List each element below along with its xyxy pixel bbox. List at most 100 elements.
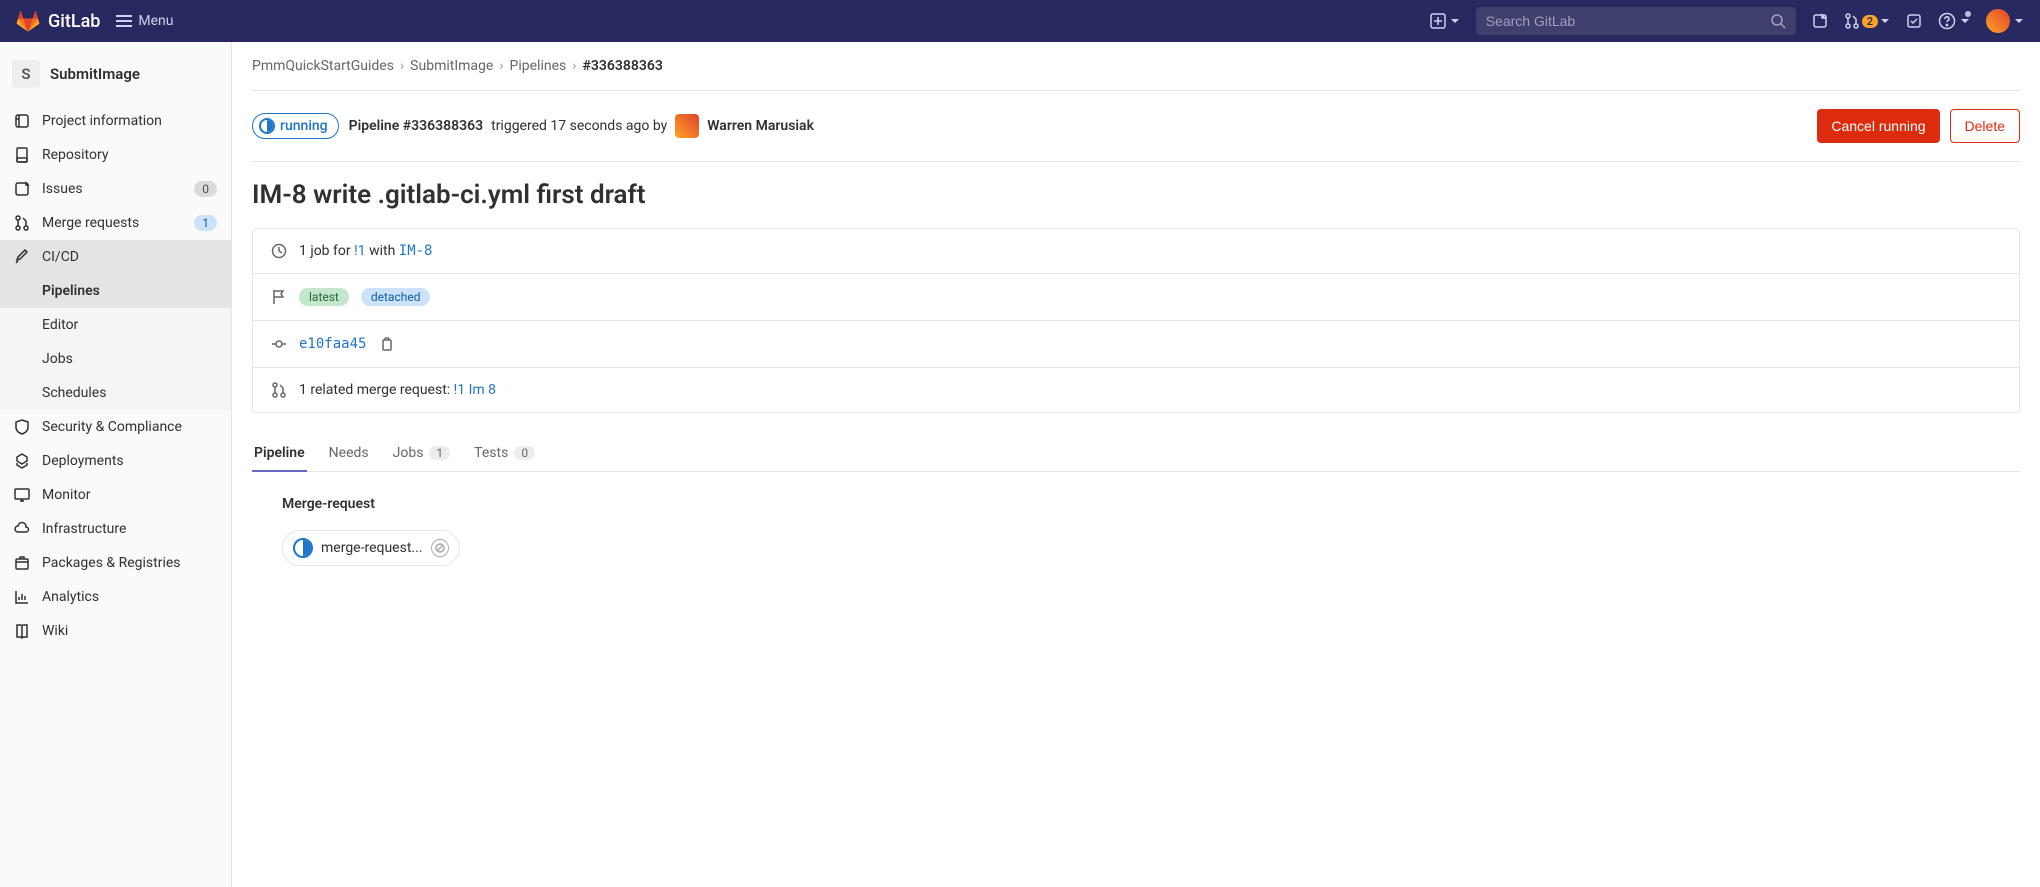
- mr-count-badge: 2: [1862, 15, 1878, 28]
- chevron-down-icon: [1960, 16, 1970, 26]
- chevron-down-icon: [1450, 16, 1460, 26]
- issues-shortcut[interactable]: [1812, 13, 1828, 29]
- cancel-running-button[interactable]: Cancel running: [1817, 109, 1939, 143]
- status-badge[interactable]: running: [252, 113, 339, 139]
- sidebar-item-wiki[interactable]: Wiki: [0, 614, 231, 648]
- project-name: SubmitImage: [50, 65, 140, 83]
- info-icon: [14, 113, 30, 129]
- job-name: merge-request...: [321, 540, 423, 556]
- search-box[interactable]: [1476, 7, 1796, 35]
- gitlab-logo[interactable]: GitLab: [16, 9, 100, 33]
- tab-tests[interactable]: Tests0: [472, 435, 537, 471]
- breadcrumb-item[interactable]: PmmQuickStartGuides: [252, 58, 394, 74]
- project-header[interactable]: S SubmitImage: [0, 50, 231, 98]
- project-avatar: S: [12, 60, 40, 88]
- breadcrumb-item[interactable]: Pipelines: [510, 58, 567, 74]
- breadcrumb: PmmQuickStartGuides › SubmitImage › Pipe…: [252, 58, 2020, 91]
- sidebar-item-issues[interactable]: Issues 0: [0, 172, 231, 206]
- todo-icon: [1906, 13, 1922, 29]
- chevron-down-icon: [2014, 16, 2024, 26]
- sidebar-item-monitor[interactable]: Monitor: [0, 478, 231, 512]
- tab-needs[interactable]: Needs: [327, 435, 371, 471]
- merge-request-icon: [1844, 13, 1860, 29]
- hamburger-icon: [116, 13, 132, 29]
- clock-icon: [271, 243, 287, 259]
- pipeline-tabs: Pipeline Needs Jobs1 Tests0: [252, 435, 2020, 472]
- pipeline-stage: Merge-request merge-request...: [252, 472, 2020, 590]
- page-title: IM-8 write .gitlab-ci.yml first draft: [252, 162, 2020, 228]
- sidebar-item-project-info[interactable]: Project information: [0, 104, 231, 138]
- job-pill[interactable]: merge-request...: [282, 530, 460, 566]
- issues-icon: [1812, 13, 1828, 29]
- sidebar-item-cicd[interactable]: CI/CD: [0, 240, 231, 274]
- running-status-icon: [293, 538, 313, 558]
- sidebar-item-security[interactable]: Security & Compliance: [0, 410, 231, 444]
- chevron-right-icon: ›: [499, 58, 503, 74]
- top-navbar: GitLab Menu 2: [0, 0, 2040, 42]
- merge-request-icon: [14, 215, 30, 231]
- pipeline-id: Pipeline #336388363: [349, 118, 483, 134]
- pipeline-details-card: 1 job for !1 with IM-8 latest detached e…: [252, 228, 2020, 413]
- commit-icon: [271, 336, 287, 352]
- gitlab-logo-icon: [16, 9, 40, 33]
- commit-sha-link[interactable]: e10faa45: [299, 336, 366, 352]
- sidebar-item-repository[interactable]: Repository: [0, 138, 231, 172]
- delete-button[interactable]: Delete: [1950, 109, 2020, 143]
- sidebar-item-deployments[interactable]: Deployments: [0, 444, 231, 478]
- sidebar-sub-jobs[interactable]: Jobs: [0, 342, 231, 376]
- monitor-icon: [14, 487, 30, 503]
- flag-icon: [271, 289, 287, 305]
- jobs-count-badge: 1: [429, 446, 450, 460]
- main-content: PmmQuickStartGuides › SubmitImage › Pipe…: [232, 42, 2040, 887]
- repository-icon: [14, 147, 30, 163]
- menu-button[interactable]: Menu: [116, 13, 173, 29]
- notification-dot-icon: [1965, 11, 1971, 17]
- related-mr-link[interactable]: !1 Im 8: [454, 382, 496, 398]
- mr-link[interactable]: !1: [354, 243, 365, 259]
- gitlab-logo-text: GitLab: [48, 11, 100, 32]
- clipboard-icon: [380, 337, 394, 351]
- mr-count-badge: 1: [194, 215, 217, 231]
- chevron-right-icon: ›: [400, 58, 404, 74]
- merge-requests-shortcut[interactable]: 2: [1844, 13, 1890, 29]
- sidebar: S SubmitImage Project information Reposi…: [0, 42, 232, 887]
- tab-jobs[interactable]: Jobs1: [391, 435, 453, 471]
- cloud-gear-icon: [14, 521, 30, 537]
- tests-count-badge: 0: [514, 446, 535, 460]
- sidebar-item-infrastructure[interactable]: Infrastructure: [0, 512, 231, 546]
- latest-tag: latest: [299, 288, 349, 306]
- help-dropdown[interactable]: [1938, 12, 1970, 30]
- deployments-icon: [14, 453, 30, 469]
- pipeline-header: running Pipeline #336388363 triggered 17…: [252, 91, 2020, 162]
- avatar: [675, 114, 699, 138]
- issues-icon: [14, 181, 30, 197]
- detached-tag: detached: [361, 288, 431, 306]
- rocket-icon: [14, 249, 30, 265]
- search-input[interactable]: [1486, 13, 1770, 29]
- cancel-job-icon[interactable]: [431, 539, 449, 557]
- todos-shortcut[interactable]: [1906, 13, 1922, 29]
- stage-name: Merge-request: [282, 496, 1990, 512]
- shield-icon: [14, 419, 30, 435]
- chevron-down-icon: [1880, 16, 1890, 26]
- copy-sha-button[interactable]: [378, 335, 396, 353]
- breadcrumb-current: #336388363: [582, 58, 662, 74]
- sidebar-sub-pipelines[interactable]: Pipelines: [0, 274, 231, 308]
- sidebar-item-analytics[interactable]: Analytics: [0, 580, 231, 614]
- branch-link[interactable]: IM-8: [399, 243, 433, 259]
- issues-count-badge: 0: [194, 181, 217, 197]
- sidebar-sub-editor[interactable]: Editor: [0, 308, 231, 342]
- breadcrumb-item[interactable]: SubmitImage: [410, 58, 493, 74]
- sidebar-item-packages[interactable]: Packages & Registries: [0, 546, 231, 580]
- menu-label: Menu: [138, 13, 173, 29]
- tab-pipeline[interactable]: Pipeline: [252, 435, 307, 471]
- sidebar-sub-schedules[interactable]: Schedules: [0, 376, 231, 410]
- user-name-link[interactable]: Warren Marusiak: [707, 118, 814, 134]
- search-icon: [1770, 13, 1786, 29]
- plus-dropdown[interactable]: [1430, 13, 1460, 29]
- merge-request-icon: [271, 382, 287, 398]
- book-icon: [14, 623, 30, 639]
- chart-icon: [14, 589, 30, 605]
- user-menu[interactable]: [1986, 9, 2024, 33]
- sidebar-item-merge-requests[interactable]: Merge requests 1: [0, 206, 231, 240]
